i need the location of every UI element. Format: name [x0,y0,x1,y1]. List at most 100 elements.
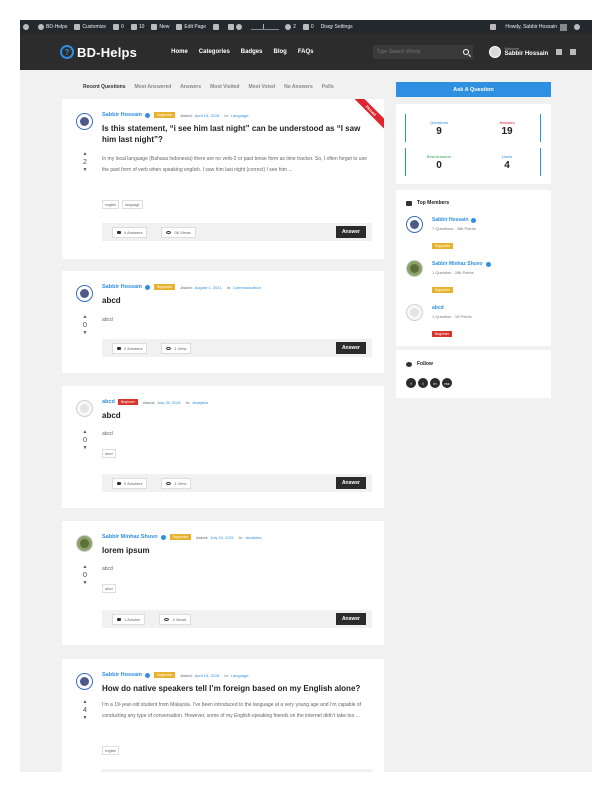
question-date[interactable]: April 19, 2018 [195,673,220,678]
downvote-icon[interactable]: ▼ [83,330,88,336]
users-icon [406,200,412,206]
admin-screen-link[interactable] [490,24,498,30]
author-avatar[interactable] [76,673,93,690]
tab-most-answered[interactable]: Most Answered [135,84,172,90]
asked-label: Asked: [180,284,193,290]
twitter-icon[interactable]: t [418,378,428,388]
author-name[interactable]: Sabbir Minhaz Shuvo [102,534,158,540]
search-icon[interactable] [462,49,469,55]
member-name-link[interactable]: Sabbir Hossain [432,217,480,223]
answers-count[interactable]: 1 Answer [112,613,146,625]
ask-question-button[interactable]: Ask A Question [396,82,551,97]
question-category[interactable]: Language [231,673,249,678]
answer-button[interactable]: Answer [335,342,366,354]
downvote-icon[interactable]: ▼ [83,580,88,586]
user-welcome[interactable]: Welcome Sabbir Hossain [488,46,548,58]
author-avatar[interactable] [76,113,93,130]
member-avatar[interactable] [406,260,423,277]
tag[interactable]: abcd [102,449,116,458]
question-category[interactable]: Language [231,113,249,118]
tag[interactable]: english [102,746,120,755]
question-category[interactable]: Analytics [245,535,261,540]
tab-polls[interactable]: Polls [322,84,334,90]
admin-yoast-link[interactable] [228,24,244,30]
answers-count[interactable]: 0 Answers [112,342,148,354]
tag[interactable]: abcd [102,584,116,593]
admin-settings-link[interactable]: Disqy Settings [321,24,353,30]
downvote-icon[interactable]: ▼ [83,715,88,721]
admin-comments-link[interactable]: 0 [113,24,124,30]
author-name[interactable]: Sabbir Hossain [102,112,142,118]
answer-button[interactable]: Answer [335,613,366,625]
question-title[interactable]: abcd [102,295,370,306]
answer-button[interactable]: Answer [335,477,366,489]
tab-most-voted[interactable]: Most Voted [248,84,275,90]
site-logo[interactable]: ? BD-Helps [60,45,137,60]
author-name[interactable]: Sabbir Hossain [102,672,142,678]
stat-value: 4 [504,159,510,171]
admin-search-link[interactable] [574,24,582,30]
nav-item-badges[interactable]: Badges [241,49,263,55]
author-avatar[interactable] [76,285,93,302]
member-stats: 7 Questions · 28k Points [432,226,476,231]
tag[interactable]: language [122,200,143,209]
question-category[interactable]: Analytics [192,400,208,405]
question-meta: Sabbir Hossain Supporter Asked: April 19… [102,672,254,678]
question-title[interactable]: abcd [102,410,370,421]
question-date[interactable]: August 1, 2021 [195,285,222,290]
tag[interactable]: english [102,200,120,209]
answers-count[interactable]: 0 Answers [112,477,148,489]
author-name[interactable]: abcd [102,399,115,405]
wordpress-menu[interactable] [23,24,31,30]
nav-item-faqs[interactable]: FAQs [298,49,314,55]
question-date[interactable]: April 19, 2018 [195,113,220,118]
comment-icon [117,230,121,234]
tab-most-visited[interactable]: Most Visited [210,84,239,90]
admin-edit-link[interactable]: Edit Page [176,24,206,30]
tab-no-answers[interactable]: No Answers [284,84,313,90]
member-avatar[interactable] [406,304,423,321]
tab-answers[interactable]: Answers [180,84,201,90]
rss-icon[interactable]: rss [442,378,452,388]
stat-value: 19 [501,125,513,137]
question-excerpt: I’m a 19-year-old student from Malaysia.… [102,702,362,719]
question-title[interactable]: How do native speakers tell I’m foreign … [102,683,370,694]
admin-customize-link[interactable]: Customize [74,24,106,30]
question-date[interactable]: July 24, 2021 [210,535,234,540]
author-name[interactable]: Sabbir Hossain [102,284,142,290]
screen-icon [490,24,497,30]
nav-item-blog[interactable]: Blog [273,49,286,55]
downvote-icon[interactable]: ▼ [83,445,88,451]
linkedin-icon[interactable]: in [430,378,440,388]
author-avatar[interactable] [76,535,93,552]
admin-site-link[interactable]: BD-Helps [38,24,67,30]
answer-button[interactable]: Answer [335,226,366,238]
member-name-link[interactable]: Sabbir Minhaz Shuvo [432,261,495,267]
widget-title: Follow [406,361,433,367]
search-input[interactable] [376,49,447,55]
facebook-icon[interactable]: f [406,378,416,388]
admin-updates-link[interactable]: 10 [130,24,144,30]
admin-diamond-link[interactable] [213,24,221,30]
question-title[interactable]: Is this statement, “i see him last night… [102,123,370,145]
tab-recent-questions[interactable]: Recent Questions [83,84,126,90]
vote-control: ▲ 0 ▼ [80,429,90,451]
nav-item-categories[interactable]: Categories [199,49,230,55]
messages-icon[interactable] [556,49,563,55]
admin-account-menu[interactable]: Howdy, Sabbir Hossain [505,23,567,31]
question-category[interactable]: Communication [233,285,261,290]
author-avatar[interactable] [76,400,93,417]
nav-item-home[interactable]: Home [171,49,188,55]
member-name-link[interactable]: abcd [432,305,444,311]
notifications-icon[interactable] [570,49,577,55]
admin-cart-link[interactable]: 0 [302,24,314,30]
verified-icon [485,261,491,267]
admin-notifications-link[interactable]: 2 [285,24,296,30]
member-avatar[interactable] [406,216,423,233]
admin-new-link[interactable]: New [151,24,169,30]
downvote-icon[interactable]: ▼ [83,167,88,173]
answers-count[interactable]: 4 Answers [112,226,148,238]
question-date[interactable]: July 25, 2021 [157,400,181,405]
question-title[interactable]: lorem ipsum [102,545,370,556]
asked-label: Asked: [196,534,209,540]
